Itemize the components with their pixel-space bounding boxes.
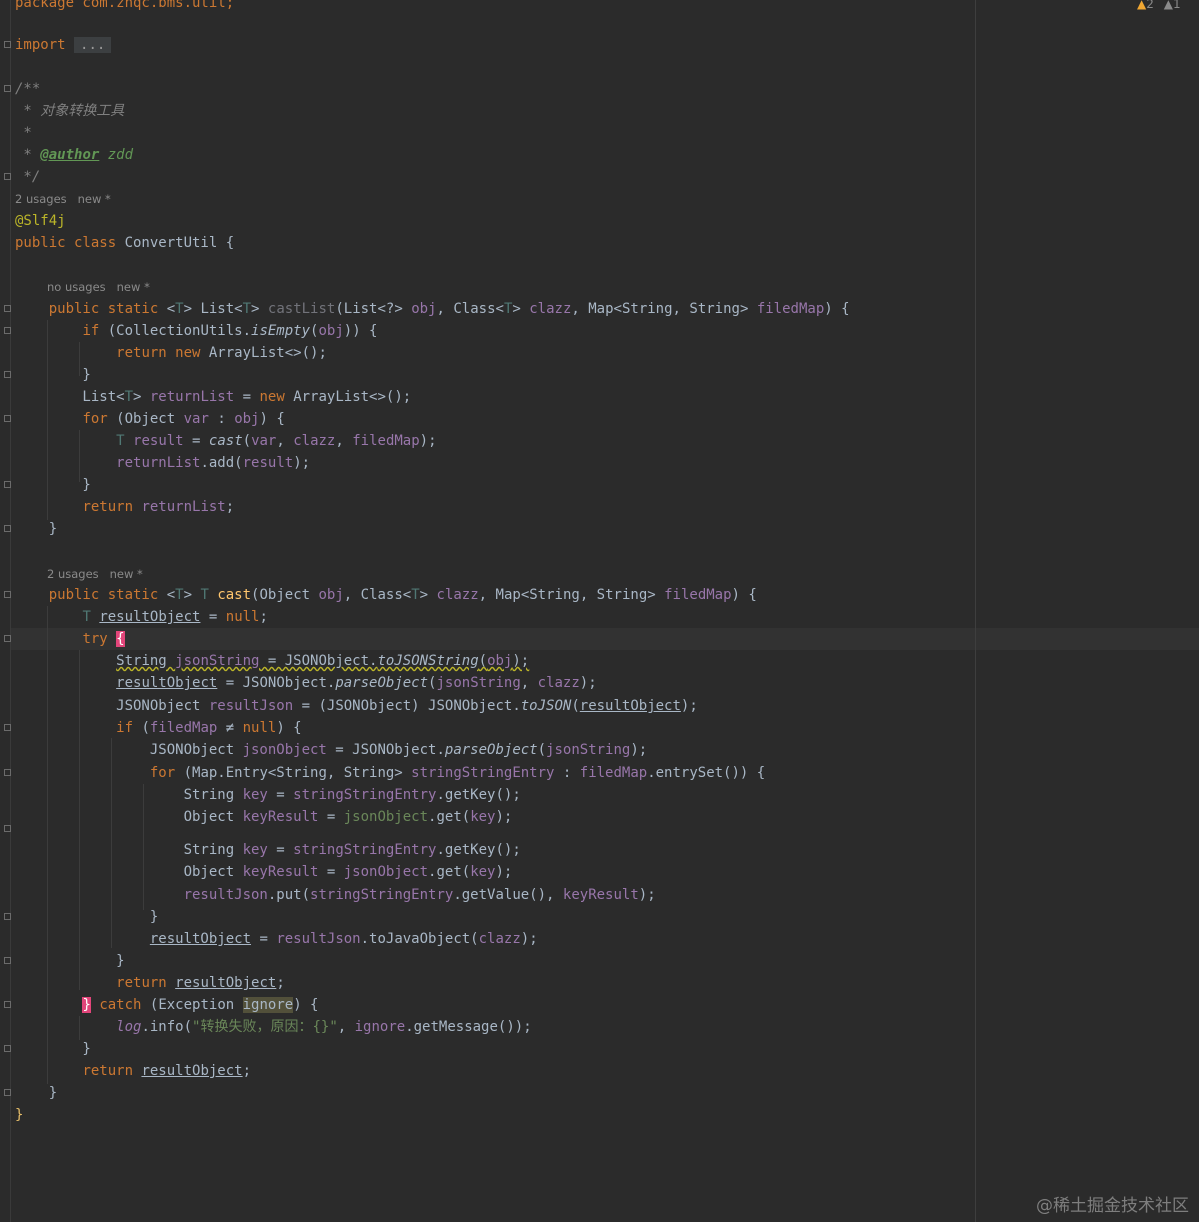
fold-toggle[interactable] bbox=[4, 825, 11, 832]
fold-toggle[interactable] bbox=[4, 1045, 11, 1052]
code-line[interactable]: } bbox=[15, 518, 57, 540]
code-line-class-decl[interactable]: public class ConvertUtil { bbox=[15, 232, 234, 254]
code-line-doc-desc[interactable]: * 对象转换工具 bbox=[15, 100, 124, 122]
code-line[interactable]: T result = cast(var, clazz, filedMap); bbox=[15, 430, 436, 452]
code-line[interactable]: T resultObject = null; bbox=[15, 606, 267, 628]
code-line[interactable]: log.info("转换失败，原因：{}", ignore.getMessage… bbox=[15, 1016, 531, 1038]
right-margin-guide bbox=[975, 0, 976, 1222]
code-line[interactable]: returnList.add(result); bbox=[15, 452, 310, 474]
code-line[interactable]: return resultObject; bbox=[15, 972, 285, 994]
fold-toggle[interactable] bbox=[4, 1001, 11, 1008]
weak-warning-count: 1 bbox=[1172, 0, 1181, 11]
code-line[interactable]: if (filedMap ≠ null) { bbox=[15, 717, 301, 739]
fold-toggle[interactable] bbox=[4, 415, 11, 422]
code-line-doc-author[interactable]: * @author zdd bbox=[15, 144, 133, 166]
code-line[interactable]: Object keyResult = jsonObject.get(key); bbox=[15, 806, 513, 828]
fold-toggle[interactable] bbox=[4, 724, 11, 731]
current-line-highlight bbox=[11, 628, 1199, 650]
fold-toggle[interactable] bbox=[4, 85, 11, 92]
code-line-doc-star[interactable]: * bbox=[15, 122, 31, 144]
fold-toggle[interactable] bbox=[4, 957, 11, 964]
fold-toggle[interactable] bbox=[4, 769, 11, 776]
code-line-doc-open[interactable]: /** bbox=[15, 78, 40, 100]
code-line[interactable]: Object keyResult = jsonObject.get(key); bbox=[15, 861, 513, 883]
code-line-castlist-decl[interactable]: public static <T> List<T> castList(List<… bbox=[15, 298, 850, 320]
code-line[interactable]: } bbox=[15, 1104, 23, 1126]
code-line-import[interactable]: import ... bbox=[15, 34, 112, 56]
cast-usage-hint[interactable]: 2 usages new * bbox=[47, 564, 143, 584]
import-fold-placeholder[interactable]: ... bbox=[74, 37, 112, 53]
code-line[interactable]: String key = stringStringEntry.getKey(); bbox=[15, 784, 521, 806]
inspection-widget[interactable]: ▲2 ▲1 bbox=[1137, 0, 1181, 11]
fold-toggle[interactable] bbox=[4, 41, 11, 48]
fold-toggle[interactable] bbox=[4, 1089, 11, 1096]
code-line[interactable]: return new ArrayList<>(); bbox=[15, 342, 327, 364]
code-line[interactable]: resultObject = JSONObject.parseObject(js… bbox=[15, 672, 597, 694]
warning-count: 2 bbox=[1146, 0, 1154, 11]
code-line-cast-decl[interactable]: public static <T> T cast(Object obj, Cla… bbox=[15, 584, 757, 606]
code-line[interactable]: resultJson.put(stringStringEntry.getValu… bbox=[15, 884, 656, 906]
fold-toggle[interactable] bbox=[4, 635, 11, 642]
code-line[interactable]: JSONObject jsonObject = JSONObject.parse… bbox=[15, 739, 647, 761]
code-line[interactable]: String key = stringStringEntry.getKey(); bbox=[15, 839, 521, 861]
code-line-annotation[interactable]: @Slf4j bbox=[15, 210, 66, 232]
code-line[interactable]: resultObject = resultJson.toJavaObject(c… bbox=[15, 928, 538, 950]
fold-toggle[interactable] bbox=[4, 305, 11, 312]
code-line[interactable]: } bbox=[15, 950, 124, 972]
code-line[interactable]: return returnList; bbox=[15, 496, 234, 518]
code-line-catch[interactable]: } catch (Exception ignore) { bbox=[15, 994, 319, 1016]
fold-toggle[interactable] bbox=[4, 913, 11, 920]
watermark: @稀土掘金技术社区 bbox=[1036, 1196, 1189, 1216]
fold-toggle[interactable] bbox=[4, 327, 11, 334]
code-line-try[interactable]: try { bbox=[15, 628, 125, 650]
castlist-usage-hint[interactable]: no usages new * bbox=[47, 277, 150, 297]
fold-toggle[interactable] bbox=[4, 481, 11, 488]
code-line[interactable]: for (Object var : obj) { bbox=[15, 408, 284, 430]
class-usage-hint[interactable]: 2 usages new * bbox=[15, 189, 111, 209]
code-line[interactable]: return resultObject; bbox=[15, 1060, 251, 1082]
code-line[interactable]: } bbox=[15, 1082, 57, 1104]
code-line[interactable]: } bbox=[15, 474, 90, 496]
code-line[interactable]: } bbox=[15, 364, 90, 386]
code-line[interactable]: List<T> returnList = new ArrayList<>(); bbox=[15, 386, 411, 408]
code-line[interactable]: for (Map.Entry<String, String> stringStr… bbox=[15, 762, 765, 784]
code-line-doc-close[interactable]: */ bbox=[15, 166, 40, 188]
code-line-package[interactable]: package com.zhqc.bms.util; bbox=[15, 0, 234, 14]
code-line[interactable]: String jsonString = JSONObject.toJSONStr… bbox=[15, 650, 529, 672]
editor-gutter[interactable] bbox=[0, 0, 11, 1222]
warning-icon: ▲ bbox=[1137, 0, 1147, 11]
code-line[interactable]: JSONObject resultJson = (JSONObject) JSO… bbox=[15, 695, 698, 717]
fold-toggle[interactable] bbox=[4, 371, 11, 378]
code-line[interactable]: } bbox=[15, 1038, 90, 1060]
fold-toggle[interactable] bbox=[4, 591, 11, 598]
weak-warning-icon: ▲ bbox=[1163, 0, 1173, 11]
fold-toggle[interactable] bbox=[4, 525, 11, 532]
fold-toggle[interactable] bbox=[4, 173, 11, 180]
code-line[interactable]: } bbox=[15, 906, 158, 928]
code-line[interactable]: if (CollectionUtils.isEmpty(obj)) { bbox=[15, 320, 377, 342]
